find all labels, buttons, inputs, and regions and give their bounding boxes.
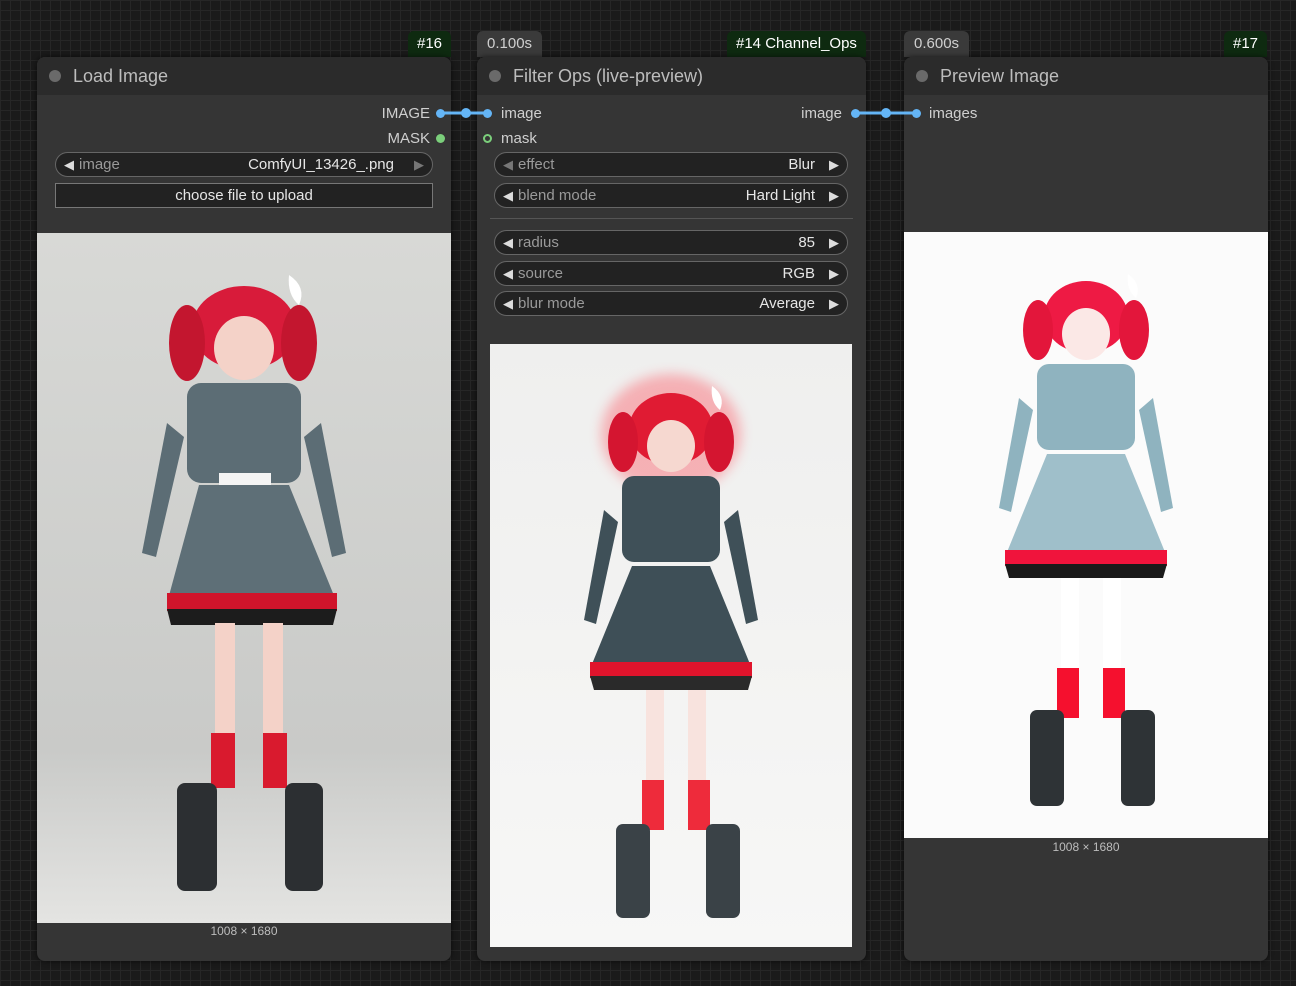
slot-label: images xyxy=(929,104,978,122)
loaded-image xyxy=(37,233,451,923)
image-dimensions: 1008 × 1680 xyxy=(210,924,278,938)
load-image-node[interactable]: Load Image IMAGE MASK ◀ image ComfyUI_13… xyxy=(37,57,451,961)
arrow-right-icon[interactable]: ▶ xyxy=(829,266,839,282)
image-link-wire-1[interactable] xyxy=(440,104,492,122)
slot-dot-icon[interactable] xyxy=(436,133,445,143)
image-combo-widget[interactable]: ◀ image ComfyUI_13426_.png ▶ xyxy=(55,152,433,177)
image-link-wire-2[interactable] xyxy=(854,104,920,122)
arrow-left-icon[interactable]: ◀ xyxy=(64,157,74,173)
collapse-dot-icon[interactable] xyxy=(489,70,501,82)
arrow-left-icon[interactable]: ◀ xyxy=(503,188,513,204)
node-title: Load Image xyxy=(73,65,169,86)
node-id-badge: #14 Channel_Ops xyxy=(727,31,866,57)
widget-label: effect xyxy=(518,156,555,173)
preview-image-header[interactable]: Preview Image xyxy=(904,57,1268,95)
blend-mode-combo-widget[interactable]: ◀ blend mode Hard Light ▶ xyxy=(494,183,848,208)
node-id-badge: #17 xyxy=(1224,31,1268,57)
slot-ring-icon[interactable] xyxy=(483,133,492,143)
blur-mode-combo-widget[interactable]: ◀ blur mode Average ▶ xyxy=(494,291,848,316)
widget-value: Hard Light xyxy=(745,187,815,204)
widget-label: image xyxy=(79,156,120,173)
widget-divider xyxy=(490,218,853,219)
preview-image-node[interactable]: Preview Image images 1008 × 1680 xyxy=(904,57,1268,961)
slot-label: mask xyxy=(501,129,537,147)
arrow-right-icon[interactable]: ▶ xyxy=(829,188,839,204)
arrow-right-icon[interactable]: ▶ xyxy=(829,235,839,251)
arrow-right-icon[interactable]: ▶ xyxy=(414,157,424,173)
output-image-slot[interactable]: IMAGE xyxy=(382,103,445,123)
node-id-badge: #16 xyxy=(408,31,452,57)
image-dimensions: 1008 × 1680 xyxy=(1052,840,1120,854)
input-images-slot[interactable]: images xyxy=(912,103,977,123)
slot-label: MASK xyxy=(387,129,430,147)
upload-button[interactable]: choose file to upload xyxy=(55,183,433,208)
arrow-left-icon[interactable]: ◀ xyxy=(503,157,513,173)
arrow-left-icon[interactable]: ◀ xyxy=(503,266,513,282)
widget-label: radius xyxy=(518,234,559,251)
slot-label: IMAGE xyxy=(381,104,430,122)
widget-value: Blur xyxy=(788,156,815,173)
collapse-dot-icon[interactable] xyxy=(49,70,61,82)
widget-value: 85 xyxy=(798,234,815,251)
widget-label: blend mode xyxy=(518,187,597,204)
slot-label: image xyxy=(501,104,542,122)
slot-label: image xyxy=(801,104,842,122)
radius-number-widget[interactable]: ◀ radius 85 ▶ xyxy=(494,230,848,255)
arrow-right-icon[interactable]: ▶ xyxy=(829,157,839,173)
widget-label: blur mode xyxy=(518,295,585,312)
execution-time-badge: 0.600s xyxy=(904,31,970,57)
execution-time-badge: 0.100s xyxy=(477,31,543,57)
arrow-left-icon[interactable]: ◀ xyxy=(503,235,513,251)
collapse-dot-icon[interactable] xyxy=(916,70,928,82)
effect-combo-widget[interactable]: ◀ effect Blur ▶ xyxy=(494,152,848,177)
arrow-right-icon[interactable]: ▶ xyxy=(829,296,839,312)
node-title: Preview Image xyxy=(940,65,1060,86)
output-preview-image xyxy=(904,232,1268,838)
output-image-slot[interactable]: image xyxy=(801,103,860,123)
source-combo-widget[interactable]: ◀ source RGB ▶ xyxy=(494,261,848,286)
input-mask-slot[interactable]: mask xyxy=(483,128,537,148)
node-title: Filter Ops (live-preview) xyxy=(513,65,704,86)
widget-value: Average xyxy=(759,295,815,312)
filter-ops-header[interactable]: Filter Ops (live-preview) xyxy=(477,57,866,95)
output-mask-slot[interactable]: MASK xyxy=(387,128,445,148)
widget-value: ComfyUI_13426_.png xyxy=(248,156,394,173)
live-preview-image xyxy=(490,344,852,947)
widget-value: RGB xyxy=(782,265,815,282)
widget-label: source xyxy=(518,265,564,282)
arrow-left-icon[interactable]: ◀ xyxy=(503,296,513,312)
load-image-header[interactable]: Load Image xyxy=(37,57,451,95)
filter-ops-node[interactable]: Filter Ops (live-preview) image mask ima… xyxy=(477,57,866,961)
